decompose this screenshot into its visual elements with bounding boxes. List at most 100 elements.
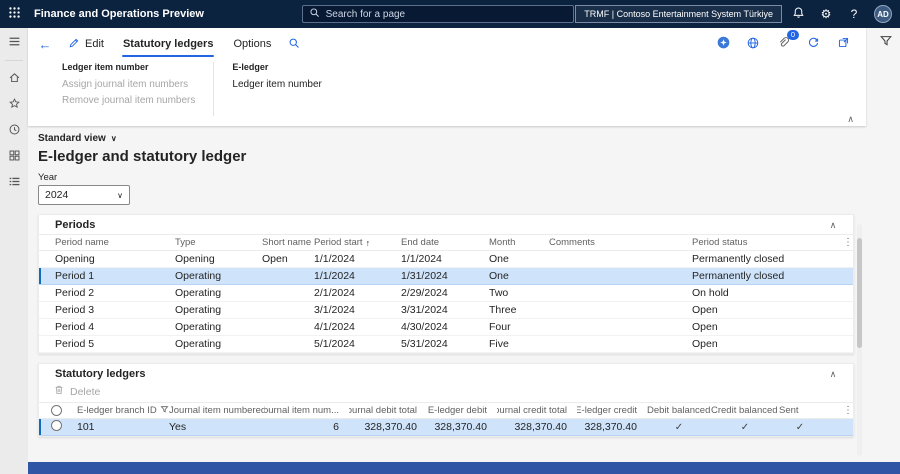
col-sent[interactable]: Sent bbox=[779, 405, 821, 416]
ledger-item-number-button[interactable]: Ledger item number bbox=[232, 77, 322, 93]
copilot-button[interactable] bbox=[714, 35, 732, 53]
collapse-action-pane-button[interactable]: ∧ bbox=[847, 114, 854, 125]
col-end-date[interactable]: End date bbox=[401, 237, 489, 248]
select-all-radio[interactable] bbox=[51, 405, 62, 416]
period-row[interactable]: Opening Opening Open 1/1/2024 1/1/2024 O… bbox=[39, 251, 853, 268]
period-row[interactable]: Period 3 Operating 3/1/2024 3/31/2024 Th… bbox=[39, 302, 853, 319]
attachments-button[interactable]: 0 bbox=[774, 30, 799, 53]
open-in-new-window-button[interactable] bbox=[834, 35, 852, 53]
col-debit-balanced[interactable]: Debit balanced bbox=[647, 405, 711, 416]
avatar[interactable]: AD bbox=[874, 5, 892, 23]
modules-grid-icon bbox=[8, 149, 21, 165]
app-launcher-button[interactable] bbox=[0, 0, 28, 28]
periods-header: Periods ∧ bbox=[39, 215, 853, 234]
delete-label: Delete bbox=[70, 385, 101, 398]
cell-end-date: 5/31/2024 bbox=[401, 338, 448, 350]
period-row-selected[interactable]: Period 1 Operating 1/1/2024 1/31/2024 On… bbox=[39, 268, 853, 285]
edit-label: Edit bbox=[85, 38, 104, 50]
select-all-column[interactable] bbox=[51, 405, 77, 416]
remove-journal-item-numbers-button[interactable]: Remove journal item numbers bbox=[62, 93, 195, 109]
settings-button[interactable]: ⚙ bbox=[814, 2, 838, 26]
nav-expand-button[interactable] bbox=[2, 32, 26, 53]
cell-period-name: Period 4 bbox=[55, 321, 95, 333]
col-e-ledger-debit[interactable]: E-ledger debit bbox=[427, 405, 497, 416]
horizontal-scrollbar[interactable] bbox=[28, 462, 900, 474]
period-row[interactable]: Period 4 Operating 4/1/2024 4/30/2024 Fo… bbox=[39, 319, 853, 336]
cell-type: Operating bbox=[175, 270, 222, 282]
tab-label: Options bbox=[233, 38, 272, 50]
column-options-button[interactable]: ⋮ bbox=[833, 237, 853, 248]
search-input[interactable] bbox=[325, 8, 567, 20]
col-e-ledger-credit[interactable]: E-ledger credit bbox=[577, 405, 647, 416]
refresh-icon bbox=[807, 36, 820, 52]
notifications-button[interactable] bbox=[786, 2, 810, 26]
cell-period-status: Open bbox=[692, 338, 718, 350]
section-title: Statutory ledgers bbox=[55, 368, 146, 380]
col-journal-item-numbered[interactable]: Journal item numbered bbox=[169, 405, 265, 416]
row-radio[interactable] bbox=[51, 420, 62, 431]
col-period-status[interactable]: Period status bbox=[692, 237, 833, 248]
sidebar-item-home[interactable] bbox=[2, 68, 26, 89]
group-title: E-ledger bbox=[232, 62, 269, 72]
row-select-cell[interactable] bbox=[51, 420, 77, 434]
col-period-name[interactable]: Period name bbox=[55, 237, 175, 248]
cell-journal-credit-total: 328,370.40 bbox=[514, 421, 567, 433]
delete-button[interactable]: Delete bbox=[53, 384, 100, 399]
sort-ascending-icon: ↑ bbox=[365, 237, 371, 248]
sidebar-item-modules[interactable] bbox=[2, 172, 26, 193]
view-selector[interactable]: Standard view ∨ bbox=[38, 131, 117, 146]
col-type[interactable]: Type bbox=[175, 237, 262, 248]
cell-period-name: Period 5 bbox=[55, 338, 95, 350]
col-credit-balanced[interactable]: Credit balanced bbox=[711, 405, 779, 416]
col-month[interactable]: Month bbox=[489, 237, 549, 248]
hamburger-icon bbox=[8, 35, 21, 51]
col-e-ledger-branch-id[interactable]: E-ledger branch ID bbox=[77, 405, 169, 417]
back-button[interactable]: ← bbox=[32, 32, 58, 56]
cell-type: Opening bbox=[175, 253, 215, 265]
cell-period-status: On hold bbox=[692, 287, 729, 299]
left-navigation-rail bbox=[0, 28, 28, 474]
periods-section: Periods ∧ Period name Type Short name Pe… bbox=[38, 214, 854, 354]
page-search-box[interactable] bbox=[301, 5, 574, 23]
col-journal-debit-total[interactable]: Journal debit total bbox=[349, 405, 427, 416]
year-combobox[interactable]: 2024 ∨ bbox=[38, 185, 130, 205]
personalization-button[interactable] bbox=[744, 35, 762, 53]
filter-pane-button[interactable] bbox=[879, 34, 893, 51]
vertical-scrollbar[interactable] bbox=[857, 224, 862, 456]
sidebar-item-recent[interactable] bbox=[2, 120, 26, 141]
pencil-icon bbox=[68, 37, 80, 52]
edit-button[interactable]: Edit bbox=[60, 32, 112, 56]
tab-statutory-ledgers[interactable]: Statutory ledgers bbox=[114, 30, 222, 58]
action-pane-search-button[interactable] bbox=[282, 32, 306, 56]
cell-type: Operating bbox=[175, 287, 222, 299]
cell-end-date: 3/31/2024 bbox=[401, 304, 448, 316]
clock-icon bbox=[8, 123, 21, 139]
group-ledger-item-number: Ledger item number Assign journal item n… bbox=[62, 62, 213, 116]
period-row[interactable]: Period 2 Operating 2/1/2024 2/29/2024 Tw… bbox=[39, 285, 853, 302]
environment-badge[interactable]: TRMF | Contoso Entertainment System Türk… bbox=[575, 5, 782, 23]
waffle-icon bbox=[8, 6, 21, 22]
col-short-name[interactable]: Short name bbox=[262, 237, 314, 248]
help-button[interactable]: ? bbox=[842, 2, 866, 26]
assign-journal-item-numbers-button[interactable]: Assign journal item numbers bbox=[62, 77, 195, 93]
collapse-statutory-button[interactable]: ∧ bbox=[823, 369, 843, 380]
collapse-periods-button[interactable]: ∧ bbox=[823, 220, 843, 231]
chevron-up-icon: ∧ bbox=[829, 219, 837, 230]
main-area: ← Edit Statutory ledgers Options 0 Ledge… bbox=[28, 28, 900, 474]
sidebar-item-workspaces[interactable] bbox=[2, 146, 26, 167]
col-last-journal-item-number[interactable]: Last journal item num... bbox=[265, 405, 349, 416]
col-comments[interactable]: Comments bbox=[549, 237, 692, 248]
cell-type: Operating bbox=[175, 304, 222, 316]
cell-journal-debit-total: 328,370.40 bbox=[364, 421, 417, 433]
statutory-row-selected[interactable]: 101 Yes 6 328,370.40 328,370.40 328,370.… bbox=[39, 419, 853, 436]
sidebar-item-favorites[interactable] bbox=[2, 94, 26, 115]
col-journal-credit-total[interactable]: Journal credit total bbox=[497, 405, 577, 416]
refresh-button[interactable] bbox=[804, 35, 822, 53]
tab-options[interactable]: Options bbox=[224, 30, 280, 58]
column-options-button[interactable]: ⋮ bbox=[821, 405, 853, 416]
cell-type: Operating bbox=[175, 338, 222, 350]
scrollbar-thumb[interactable] bbox=[857, 238, 862, 348]
debit-balanced-check-icon: ✓ bbox=[674, 421, 684, 433]
col-period-start[interactable]: Period start ↑ bbox=[314, 237, 401, 248]
period-row[interactable]: Period 5 Operating 5/1/2024 5/31/2024 Fi… bbox=[39, 336, 853, 353]
